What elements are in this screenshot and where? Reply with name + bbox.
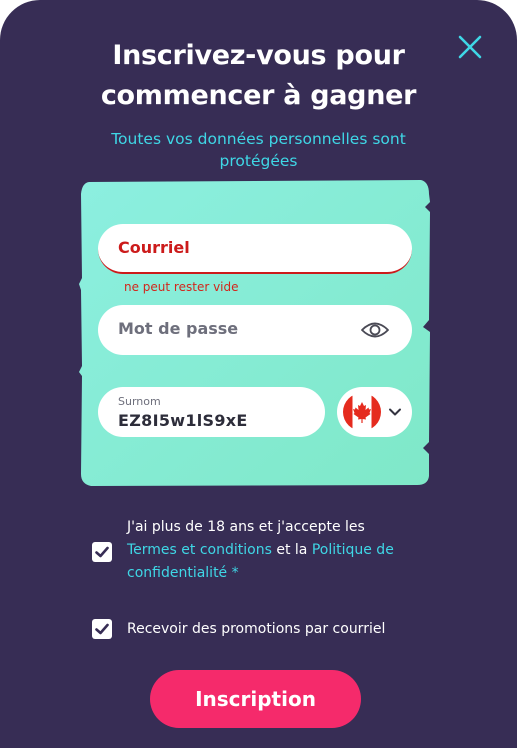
show-password-button[interactable]: [360, 318, 390, 342]
subtitle-line-2: protégées: [219, 152, 298, 170]
email-field[interactable]: Courriel: [98, 224, 412, 274]
chevron-down-icon: [389, 408, 401, 416]
promotions-consent-text: Recevoir des promotions par courriel: [127, 621, 386, 637]
terms-consent-text: J'ai plus de 18 ans et j'accepte les Ter…: [127, 516, 427, 585]
checkmark-icon: [95, 546, 109, 558]
email-error-message: ne peut rester vide: [124, 280, 239, 294]
canada-flag-icon: [343, 393, 381, 431]
terms-text-part1: J'ai plus de 18 ans et j'accepte les: [127, 519, 365, 535]
title-line-2: commencer à gagner: [100, 80, 417, 111]
required-asterisk: *: [231, 565, 239, 581]
signup-modal: Inscrivez-vous pour commencer à gagner T…: [0, 0, 517, 748]
form-card: Courriel ne peut rester vide Mot de pass…: [79, 180, 431, 486]
eye-icon: [361, 322, 389, 338]
title-line-1: Inscrivez-vous pour: [112, 40, 405, 71]
nickname-field[interactable]: Surnom EZ8I5w1lS9xE: [98, 387, 325, 437]
promotions-checkbox[interactable]: [92, 619, 112, 639]
terms-link[interactable]: Termes et conditions: [127, 542, 272, 558]
password-field[interactable]: Mot de passe: [98, 305, 412, 355]
nickname-label: Surnom: [118, 395, 161, 408]
subtitle: Toutes vos données personnelles sont pro…: [80, 128, 437, 172]
subtitle-line-1: Toutes vos données personnelles sont: [111, 130, 406, 148]
nickname-value: EZ8I5w1lS9xE: [118, 411, 248, 430]
terms-text-part2: et la: [276, 542, 308, 558]
country-select[interactable]: [337, 387, 412, 437]
email-placeholder: Courriel: [118, 238, 190, 257]
checkmark-icon: [95, 623, 109, 635]
signup-button[interactable]: Inscription: [150, 670, 361, 728]
terms-checkbox[interactable]: [92, 542, 112, 562]
page-title: Inscrivez-vous pour commencer à gagner: [0, 36, 517, 116]
password-placeholder: Mot de passe: [118, 319, 239, 338]
